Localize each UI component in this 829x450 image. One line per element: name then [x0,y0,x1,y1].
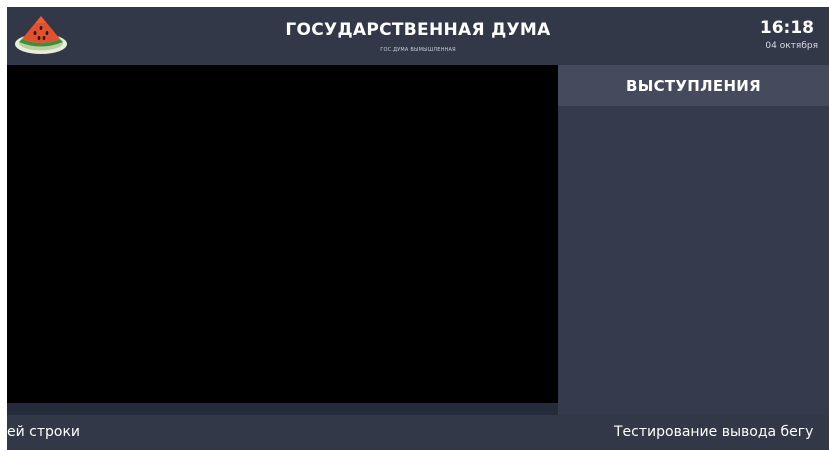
video-player[interactable] [7,65,558,403]
clock-time: 16:18 [759,18,814,38]
clock-date: 04 октября [765,41,818,51]
page-title: ГОСУДАРСТВЕННАЯ ДУМА [285,20,551,40]
page-subtitle: ГОС.ДУМА ВЫМЫШЛЕННАЯ [380,47,456,53]
news-ticker: ей строки Тестирование вывода бегу [7,415,829,450]
speeches-panel-header: ВЫСТУПЛЕНИЯ [558,65,829,106]
ticker-text-left: ей строки [7,424,81,440]
speeches-panel: ВЫСТУПЛЕНИЯ [558,65,829,415]
speeches-panel-title: ВЫСТУПЛЕНИЯ [626,77,761,95]
video-bottom-bar [7,403,558,415]
app-frame: ГОСУДАРСТВЕННАЯ ДУМА ГОС.ДУМА ВЫМЫШЛЕННА… [7,7,829,450]
header: ГОСУДАРСТВЕННАЯ ДУМА ГОС.ДУМА ВЫМЫШЛЕННА… [7,7,829,65]
ticker-text-right: Тестирование вывода бегу [614,424,814,440]
